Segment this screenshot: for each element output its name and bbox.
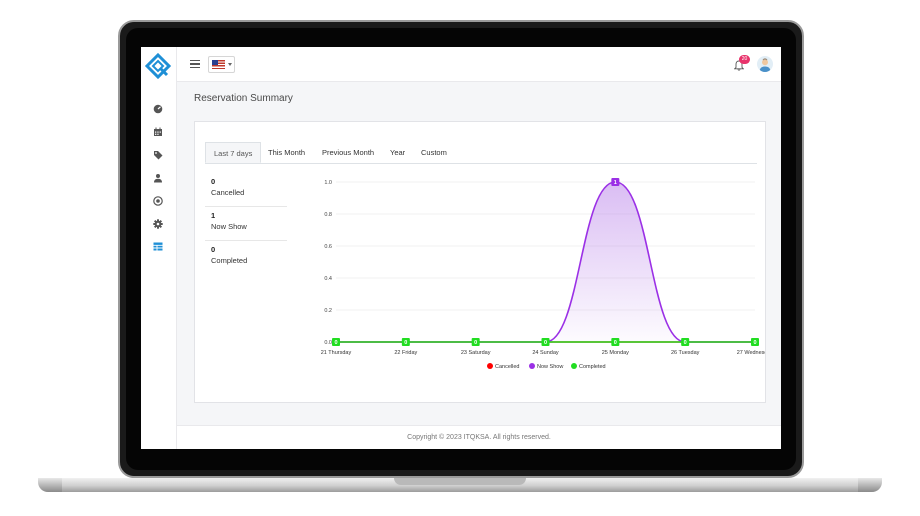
stat-value: 0 <box>211 177 216 186</box>
data-label: 0 <box>404 340 407 346</box>
legend-item-cancelled[interactable]: Cancelled <box>487 363 519 370</box>
stat-completed: 0 Completed <box>205 241 287 275</box>
language-selector[interactable] <box>208 56 235 73</box>
legend-item-now-show[interactable]: Now Show <box>529 363 563 370</box>
user-avatar-icon <box>759 58 771 72</box>
stat-value: 0 <box>211 245 216 254</box>
legend-label: Completed <box>579 364 606 370</box>
data-label: 0 <box>544 340 547 346</box>
laptop-base <box>38 478 882 492</box>
stat-label: Cancelled <box>211 188 245 197</box>
y-tick-label: 0.6 <box>324 244 332 250</box>
calendar-icon[interactable] <box>151 125 164 138</box>
y-tick-label: 0.8 <box>324 212 332 218</box>
stat-cancelled: 0 Cancelled <box>205 173 287 207</box>
y-tick-label: 0.2 <box>324 308 332 314</box>
app-screen: 20 Reservation Summary Last 7 days This … <box>141 47 781 449</box>
series-line-now-show <box>336 181 755 343</box>
caret-down-icon <box>228 63 232 66</box>
data-point[interactable]: 1 <box>611 178 620 186</box>
y-tick-label: 0.4 <box>324 276 332 282</box>
data-label: 0 <box>684 340 687 346</box>
stat-label: Completed <box>211 256 248 265</box>
x-tick-label: 24 Sunday <box>532 350 559 356</box>
stat-value: 1 <box>211 211 216 220</box>
y-tick-label: 1.0 <box>324 180 332 186</box>
table-icon[interactable] <box>151 240 164 253</box>
dashboard-icon[interactable] <box>151 102 164 115</box>
tab-this-month[interactable]: This Month <box>260 142 313 163</box>
notification-badge: 20 <box>739 55 750 64</box>
app-logo-icon[interactable] <box>145 53 171 79</box>
data-point[interactable]: 0 <box>471 338 480 346</box>
reservation-chart: 0.0 0.2 0.4 0.6 0.8 1.0 1 0 0 0 0 0 0 0 21 Thursday 2… <box>321 178 765 370</box>
x-tick-label: 22 Friday <box>394 350 417 356</box>
stats-list: 0 Cancelled 1 Now Show 0 Completed <box>205 173 287 275</box>
data-point[interactable]: 0 <box>611 338 620 346</box>
menu-toggle-icon[interactable] <box>190 60 200 68</box>
legend-label: Cancelled <box>495 364 519 370</box>
target-icon[interactable] <box>151 194 164 207</box>
page-title: Reservation Summary <box>194 93 293 104</box>
x-tick-label: 21 Thursday <box>321 350 352 356</box>
data-label: 1 <box>614 180 617 186</box>
y-tick-label: 0.0 <box>324 340 332 346</box>
user-avatar[interactable] <box>757 56 773 72</box>
series-area-now-show <box>336 182 755 342</box>
x-tick-label: 27 Wednesday <box>737 350 765 356</box>
x-tick-label: 23 Saturday <box>461 350 491 356</box>
period-tabs: Last 7 days This Month Previous Month Ye… <box>205 142 757 164</box>
tab-previous-month[interactable]: Previous Month <box>314 142 382 163</box>
data-point[interactable]: 0 <box>401 338 410 346</box>
sidebar <box>141 47 177 449</box>
data-point[interactable]: 0 <box>332 338 340 346</box>
footer-copyright: Copyright © 2023 ITQKSA. All rights rese… <box>177 425 781 449</box>
us-flag-icon <box>212 60 225 69</box>
data-point[interactable]: 0 <box>751 338 759 346</box>
x-tick-label: 26 Tuesday <box>671 350 700 356</box>
reservation-summary-card: Last 7 days This Month Previous Month Ye… <box>194 121 766 403</box>
tab-custom[interactable]: Custom <box>413 142 455 163</box>
tag-icon[interactable] <box>151 148 164 161</box>
stat-now-show: 1 Now Show <box>205 207 287 241</box>
data-label: 0 <box>614 340 617 346</box>
data-point[interactable]: 0 <box>541 338 550 346</box>
legend-label: Now Show <box>537 364 563 370</box>
users-icon[interactable] <box>151 171 164 184</box>
settings-gear-icon[interactable] <box>151 217 164 230</box>
tab-last-7-days[interactable]: Last 7 days <box>205 142 262 163</box>
data-label: 0 <box>474 340 477 346</box>
data-label: 0 <box>753 340 756 346</box>
x-tick-label: 25 Monday <box>602 350 629 356</box>
legend-item-completed[interactable]: Completed <box>571 363 606 370</box>
data-point[interactable]: 0 <box>681 338 690 346</box>
tab-year[interactable]: Year <box>382 142 413 163</box>
data-label: 0 <box>334 340 337 346</box>
stat-label: Now Show <box>211 222 247 231</box>
top-bar: 20 <box>177 47 781 82</box>
